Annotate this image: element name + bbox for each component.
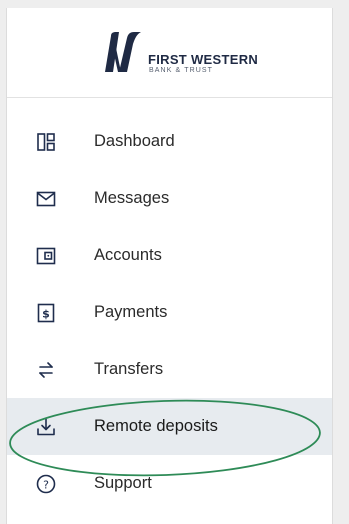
transfer-arrows-icon — [35, 359, 57, 381]
envelope-icon — [35, 188, 57, 210]
sidebar-nav: Dashboard Messages Accounts $ Payments T… — [7, 113, 332, 512]
download-tray-icon — [35, 416, 57, 438]
sidebar-panel: FIRST WESTERN BANK & TRUST Dashboard Mes… — [6, 8, 333, 524]
brand-header[interactable]: FIRST WESTERN BANK & TRUST — [7, 8, 332, 98]
sidebar-item-label: Payments — [94, 303, 168, 321]
wallet-icon — [35, 245, 57, 267]
sidebar-item-label: Transfers — [94, 360, 164, 378]
first-western-logo-mark — [105, 32, 141, 72]
dashboard-icon — [35, 131, 57, 153]
sidebar-item-remote-deposits[interactable]: Remote deposits — [7, 398, 332, 455]
svg-text:$: $ — [42, 307, 50, 320]
sidebar-item-payments[interactable]: $ Payments — [7, 284, 332, 341]
sidebar-item-label: Accounts — [94, 246, 162, 264]
brand-subtitle: BANK & TRUST — [149, 67, 214, 74]
sidebar-item-messages[interactable]: Messages — [7, 170, 332, 227]
sidebar-item-label: Support — [94, 474, 152, 492]
sidebar-item-dashboard[interactable]: Dashboard — [7, 113, 332, 170]
sidebar-item-label: Remote deposits — [94, 417, 218, 435]
sidebar-item-accounts[interactable]: Accounts — [7, 227, 332, 284]
svg-text:?: ? — [43, 478, 49, 491]
receipt-dollar-icon: $ — [35, 302, 57, 324]
sidebar-item-support[interactable]: ? Support — [7, 455, 332, 512]
sidebar-item-label: Messages — [94, 189, 170, 207]
brand-name: FIRST WESTERN — [148, 52, 259, 67]
question-circle-icon: ? — [35, 473, 57, 495]
sidebar-item-label: Dashboard — [94, 132, 175, 150]
sidebar-item-transfers[interactable]: Transfers — [7, 341, 332, 398]
